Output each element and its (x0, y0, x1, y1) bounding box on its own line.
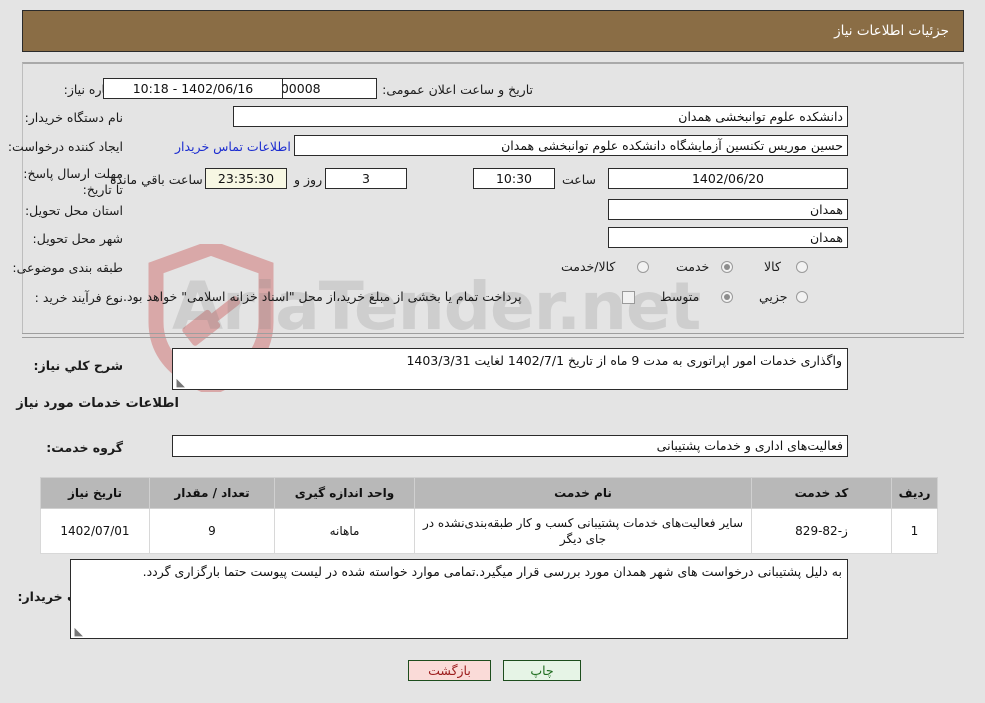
field-delivery-city: همدان (608, 227, 848, 248)
checkbox-islamic-treasury[interactable] (622, 291, 635, 304)
label-service-group: گروه خدمت: (46, 440, 123, 455)
label-response-deadline: مهلت ارسال پاسخ: تا تاریخ: (23, 166, 123, 197)
col-need-date: تاریخ نیاز (40, 477, 150, 509)
label-delivery-province: استان محل تحویل: (24, 203, 123, 218)
cell-row-no: 1 (891, 508, 938, 554)
radio-label-category-kala-khedmat[interactable]: کالا/خدمت (561, 259, 615, 274)
cell-need-date: 1402/07/01 (40, 508, 150, 554)
header-bar: جزئیات اطلاعات نیاز (22, 10, 964, 52)
col-service-name: نام خدمت (414, 477, 752, 509)
section-divider-bottom (22, 337, 964, 338)
label-countdown-suffix: ساعت باقي مانده (110, 172, 203, 187)
radio-label-category-khedmat[interactable]: خدمت (676, 259, 709, 274)
treasury-payment-note: پرداخت تمام یا بخشی از مبلغ خرید،از محل … (123, 289, 522, 304)
field-general-description[interactable]: واگذاری خدمات امور اپراتوری به مدت 9 ماه… (172, 348, 848, 390)
cell-quantity: 9 (149, 508, 275, 554)
resize-grip-icon[interactable]: ◣ (175, 377, 185, 388)
label-request-creator: ایجاد کننده درخواست: (7, 139, 123, 154)
field-announce-datetime: 1402/06/16 - 10:18 (103, 78, 283, 99)
field-days-left: 3 (325, 168, 407, 189)
label-days: روز و (294, 172, 323, 187)
cell-unit: ماهانه (274, 508, 415, 554)
resize-grip-icon[interactable]: ◣ (73, 626, 83, 637)
page-root: AriaTender.net جزئیات اطلاعات نیاز شماره… (0, 0, 985, 703)
field-buyer-notes[interactable]: به دلیل پشتیبانی درخواست های شهر همدان م… (70, 559, 848, 639)
col-unit: واحد اندازه گیری (274, 477, 415, 509)
page-title: جزئیات اطلاعات نیاز (834, 23, 949, 39)
table-row: 1 ز-82-829 سایر فعالیت‌های خدمات پشتیبان… (40, 508, 938, 554)
col-service-code: کد خدمت (751, 477, 892, 509)
label-announce-datetime: تاریخ و ساعت اعلان عمومی: (382, 82, 533, 97)
field-delivery-province: همدان (608, 199, 848, 220)
items-table-wrapper: ردیف کد خدمت نام خدمت واحد اندازه گیری ت… (40, 477, 938, 554)
cell-service-name: سایر فعالیت‌های خدمات پشتیبانی کسب و کار… (414, 508, 752, 554)
back-button[interactable]: بازگشت (408, 660, 491, 681)
services-section-heading: اطلاعات خدمات مورد نیاز (16, 396, 179, 411)
col-quantity: تعداد / مقدار (149, 477, 275, 509)
field-countdown: 23:35:30 (205, 168, 287, 189)
buyer-contact-link[interactable]: اطلاعات تماس خریدار (175, 139, 291, 154)
cell-service-code: ز-82-829 (751, 508, 892, 554)
print-button[interactable]: چاپ (503, 660, 581, 681)
radio-category-khedmat[interactable] (721, 261, 733, 273)
items-table: ردیف کد خدمت نام خدمت واحد اندازه گیری ت… (40, 477, 938, 554)
radio-category-kala-khedmat[interactable] (637, 261, 649, 273)
label-purchase-process: نوع فرآیند خرید : (34, 290, 123, 305)
label-buyer-org: نام دستگاه خریدار: (24, 110, 123, 125)
field-request-creator: حسین موریس تکنسین آزمایشگاه دانشکده علوم… (294, 135, 848, 156)
field-deadline-date: 1402/06/20 (608, 168, 848, 189)
col-row-no: ردیف (891, 477, 938, 509)
radio-label-category-kala[interactable]: کالا (764, 259, 781, 274)
section-divider-top (22, 333, 964, 334)
radio-process-jozi[interactable] (796, 291, 808, 303)
radio-label-process-jozi[interactable]: جزیي (759, 289, 788, 304)
table-header-row: ردیف کد خدمت نام خدمت واحد اندازه گیری ت… (40, 477, 938, 509)
radio-label-process-motevaset[interactable]: متوسط (660, 289, 699, 304)
field-buyer-org: دانشکده علوم توانبخشی همدان (233, 106, 848, 127)
radio-category-kala[interactable] (796, 261, 808, 273)
label-general-description: شرح کلي نیاز: (33, 358, 123, 373)
radio-process-motevaset[interactable] (721, 291, 733, 303)
label-subject-category: طبقه بندی موضوعی: (12, 260, 123, 275)
field-service-group: فعالیت‌های اداری و خدمات پشتیبانی (172, 435, 848, 457)
field-deadline-time: 10:30 (473, 168, 555, 189)
label-delivery-city: شهر محل تحویل: (32, 231, 123, 246)
label-deadline-hour: ساعت (562, 172, 597, 187)
